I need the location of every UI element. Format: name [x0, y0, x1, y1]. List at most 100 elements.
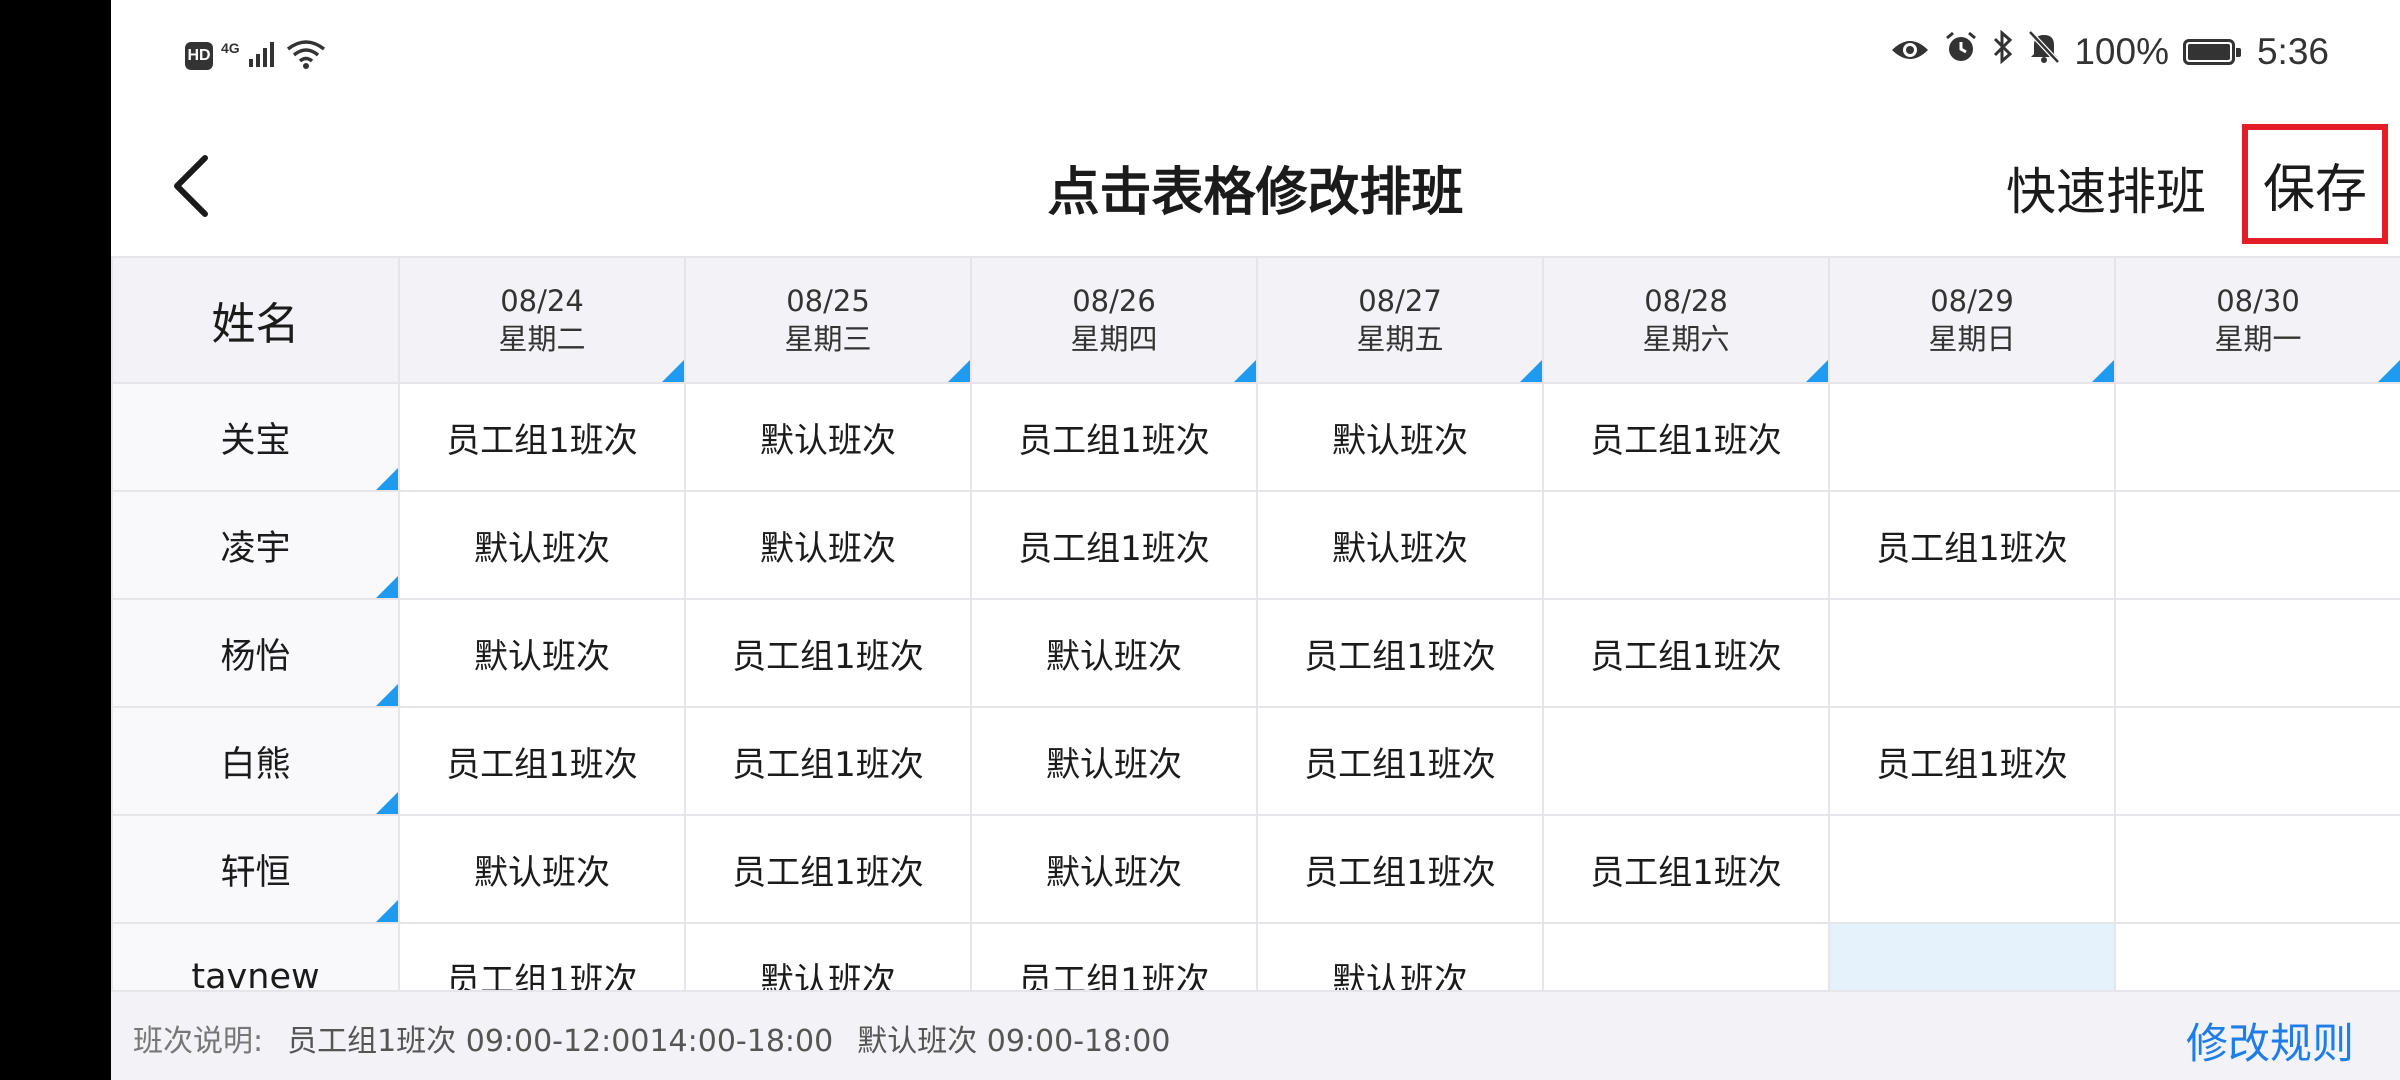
employee-name-cell[interactable]: 关宝: [111, 382, 400, 492]
corner-marker-icon: [376, 576, 398, 598]
employee-name-cell[interactable]: 凌宇: [111, 490, 400, 600]
shift-cell[interactable]: [1542, 706, 1830, 816]
table-row: tavnew 员工组1班次 默认班次 员工组1班次 默认班次: [111, 922, 2400, 991]
employee-name-cell[interactable]: 杨怡: [111, 598, 400, 708]
shift-cell[interactable]: 员工组1班次: [970, 382, 1258, 492]
corner-marker-icon: [376, 900, 398, 922]
corner-marker-icon: [376, 468, 398, 490]
shift-cell[interactable]: 默认班次: [684, 922, 972, 991]
shift-cell[interactable]: 员工组1班次: [684, 706, 972, 816]
legend-item: 默认班次 09:00-18:00: [857, 1024, 1171, 1059]
shift-cell[interactable]: 员工组1班次: [1256, 814, 1544, 924]
shift-cell[interactable]: [2114, 598, 2400, 708]
shift-cell[interactable]: 员工组1班次: [398, 706, 686, 816]
wifi-icon: [286, 38, 326, 74]
shift-legend-bar: 班次说明: 员工组1班次 09:00-12:0014:00-18:00 默认班次…: [111, 990, 2400, 1080]
shift-cell[interactable]: 员工组1班次: [398, 922, 686, 991]
shift-cell[interactable]: [1542, 490, 1830, 600]
corner-marker-icon: [376, 792, 398, 814]
hd-icon: HD: [185, 42, 213, 70]
corner-marker-icon: [376, 684, 398, 706]
column-header-day[interactable]: 08/30 星期一: [2114, 256, 2400, 384]
shift-cell[interactable]: 员工组1班次: [1542, 382, 1830, 492]
status-bar: HD 4G 100% 5:36: [111, 0, 2400, 112]
shift-cell[interactable]: 默认班次: [1256, 382, 1544, 492]
app-screen: HD 4G 100% 5:36 点击表格修改排班 快速排班 保存 姓名 08/2…: [111, 0, 2400, 1080]
shift-cell[interactable]: 员工组1班次: [970, 922, 1258, 991]
table-row: 杨怡 默认班次 员工组1班次 默认班次 员工组1班次 员工组1班次: [111, 598, 2400, 708]
shift-cell[interactable]: 员工组1班次: [398, 382, 686, 492]
column-weekday: 星期日: [1928, 322, 2016, 356]
shift-cell[interactable]: [2114, 490, 2400, 600]
table-row: 白熊 员工组1班次 员工组1班次 默认班次 员工组1班次 员工组1班次: [111, 706, 2400, 816]
chevron-left-icon: [174, 155, 208, 217]
alarm-icon: [1944, 30, 1978, 73]
shift-cell[interactable]: 默认班次: [1256, 490, 1544, 600]
shift-cell[interactable]: [1828, 922, 2116, 991]
column-date: 08/27: [1358, 284, 1442, 318]
modify-rules-link[interactable]: 修改规则: [2186, 1010, 2354, 1071]
shift-cell[interactable]: [1828, 382, 2116, 492]
shift-cell[interactable]: 默认班次: [970, 598, 1258, 708]
column-date: 08/30: [2216, 284, 2300, 318]
shift-cell[interactable]: 默认班次: [398, 490, 686, 600]
employee-name: 凌宇: [220, 528, 291, 569]
shift-cell[interactable]: [1542, 922, 1830, 991]
column-weekday: 星期五: [1356, 322, 1444, 356]
quick-schedule-button[interactable]: 快速排班: [2006, 152, 2206, 224]
employee-name: 杨怡: [220, 636, 291, 677]
column-weekday: 星期一: [2214, 322, 2302, 356]
shift-cell[interactable]: 默认班次: [1256, 922, 1544, 991]
employee-name-cell[interactable]: tavnew: [111, 922, 400, 991]
corner-marker-icon: [1520, 360, 1542, 382]
column-header-day[interactable]: 08/27 星期五: [1256, 256, 1544, 384]
shift-cell[interactable]: 员工组1班次: [684, 814, 972, 924]
column-date: 08/28: [1644, 284, 1728, 318]
column-weekday: 星期六: [1642, 322, 1730, 356]
column-header-day[interactable]: 08/26 星期四: [970, 256, 1258, 384]
shift-cell[interactable]: [2114, 922, 2400, 991]
shift-cell[interactable]: 员工组1班次: [1256, 598, 1544, 708]
column-date: 08/26: [1072, 284, 1156, 318]
table-row: 关宝 员工组1班次 默认班次 员工组1班次 默认班次 员工组1班次: [111, 382, 2400, 492]
back-button[interactable]: [151, 146, 231, 226]
shift-cell[interactable]: 员工组1班次: [1256, 706, 1544, 816]
employee-name: 关宝: [220, 420, 291, 461]
shift-cell[interactable]: 员工组1班次: [970, 490, 1258, 600]
shift-cell[interactable]: 员工组1班次: [684, 598, 972, 708]
table-header-row: 姓名 08/24 星期二 08/25 星期三 08/26 星期四 08/27 星期五 08/28…: [111, 256, 2400, 384]
shift-cell[interactable]: [1828, 598, 2116, 708]
shift-cell[interactable]: [2114, 706, 2400, 816]
shift-cell[interactable]: [2114, 814, 2400, 924]
shift-cell[interactable]: 默认班次: [684, 490, 972, 600]
shift-cell[interactable]: 员工组1班次: [1828, 706, 2116, 816]
shift-cell[interactable]: 员工组1班次: [1828, 490, 2116, 600]
save-button[interactable]: 保存: [2242, 124, 2388, 244]
battery-icon: [2182, 38, 2241, 65]
column-header-day[interactable]: 08/24 星期二: [398, 256, 686, 384]
shift-cell[interactable]: 默认班次: [398, 598, 686, 708]
employee-name-cell[interactable]: 白熊: [111, 706, 400, 816]
schedule-table: 姓名 08/24 星期二 08/25 星期三 08/26 星期四 08/27 星期五 08/28…: [111, 256, 2400, 991]
column-header-day[interactable]: 08/29 星期日: [1828, 256, 2116, 384]
shift-cell[interactable]: 员工组1班次: [1542, 814, 1830, 924]
shift-cell[interactable]: 默认班次: [970, 706, 1258, 816]
shift-legend: 班次说明: 员工组1班次 09:00-12:0014:00-18:00 默认班次…: [133, 1016, 1170, 1060]
shift-cell[interactable]: [1828, 814, 2116, 924]
legend-item: 员工组1班次 09:00-12:0014:00-18:00: [287, 1024, 834, 1059]
mute-icon: [2028, 30, 2061, 73]
column-weekday: 星期二: [498, 322, 586, 356]
corner-marker-icon: [662, 360, 684, 382]
shift-cell[interactable]: 员工组1班次: [1542, 598, 1830, 708]
column-header-day[interactable]: 08/25 星期三: [684, 256, 972, 384]
column-header-name: 姓名: [111, 256, 400, 384]
column-header-day[interactable]: 08/28 星期六: [1542, 256, 1830, 384]
employee-name-cell[interactable]: 轩恒: [111, 814, 400, 924]
shift-cell[interactable]: 默认班次: [398, 814, 686, 924]
column-date: 08/25: [786, 284, 870, 318]
battery-percent: 100%: [2074, 30, 2169, 72]
eye-icon: [1890, 31, 1930, 73]
shift-cell[interactable]: 默认班次: [684, 382, 972, 492]
shift-cell[interactable]: 默认班次: [970, 814, 1258, 924]
shift-cell[interactable]: [2114, 382, 2400, 492]
